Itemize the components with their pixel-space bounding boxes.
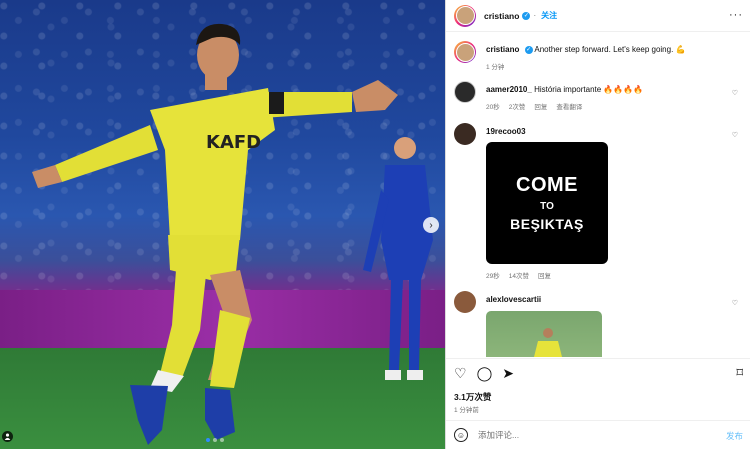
comment-image[interactable]: COME TO BEŞIKTAŞ <box>486 142 608 264</box>
avatar[interactable] <box>454 4 476 27</box>
caption-time: 1 分钟 <box>486 64 505 71</box>
post-header: cristiano ✓ · 关注 ··· <box>446 0 750 32</box>
post-side-panel: cristiano ✓ · 关注 ··· cristiano ✓ Another… <box>445 0 750 449</box>
avatar[interactable] <box>454 41 476 63</box>
translate-button[interactable]: 查看翻译 <box>556 101 582 111</box>
verified-icon: ✓ <box>522 11 531 20</box>
reply-button[interactable]: 回复 <box>538 270 551 280</box>
comment-likes[interactable]: 14次赞 <box>509 270 529 280</box>
tagged-users-button[interactable] <box>2 431 13 442</box>
header-username[interactable]: cristiano <box>484 11 519 21</box>
comment-row: 19recoo03 COME TO BEŞIKTAŞ 29秒 14次赞 回复 ♡ <box>454 123 744 283</box>
share-icon[interactable]: ➤ <box>502 365 514 382</box>
comment-row: alexlovescartii ♡ <box>454 291 744 358</box>
person-icon <box>4 433 11 440</box>
carousel-dots <box>206 438 224 442</box>
avatar[interactable] <box>454 81 476 103</box>
likes-count[interactable]: 3.1万次赞 <box>454 391 491 403</box>
bookmark-icon[interactable]: ⌑ <box>736 365 743 381</box>
post-media[interactable]: KAFD › <box>0 0 445 449</box>
comment-username[interactable]: alexlovescartii <box>486 295 541 304</box>
comment-username[interactable]: aamer2010_ <box>486 85 532 94</box>
comment-username[interactable]: 19recoo03 <box>486 127 526 136</box>
instagram-post-view: KAFD › cristiano ✓ · 关注 ··· cristiano ✓ … <box>0 0 750 449</box>
comment-input[interactable]: 添加评论... <box>478 429 519 441</box>
comment-row: aamer2010_ História importante 🔥🔥🔥🔥 20秒 … <box>454 81 744 117</box>
verified-icon: ✓ <box>524 45 533 54</box>
reply-button[interactable]: 回复 <box>534 101 547 111</box>
emoji-icon[interactable]: ☺ <box>454 428 468 442</box>
like-heart-icon[interactable]: ♡ <box>454 365 467 382</box>
post-actions: ♡ ◯ ➤ ⌑ 3.1万次赞 1 分钟前 <box>446 358 750 418</box>
add-comment-bar: ☺ 添加评论... 发布 <box>446 420 750 449</box>
carousel-dot <box>220 438 224 442</box>
post-time: 1 分钟前 <box>454 407 479 414</box>
comment-image[interactable] <box>486 311 602 357</box>
comment-time: 29秒 <box>486 273 500 280</box>
avatar[interactable] <box>454 291 476 313</box>
comment-likes[interactable]: 2次赞 <box>509 101 526 111</box>
follow-button[interactable]: 关注 <box>541 10 557 21</box>
caption-text: Another step forward. Let's keep going. … <box>534 45 686 54</box>
svg-text:KAFD: KAFD <box>206 132 261 153</box>
caption-username[interactable]: cristiano <box>486 45 519 54</box>
carousel-dot <box>206 438 210 442</box>
heart-icon[interactable]: ♡ <box>732 299 738 307</box>
image-text-line: TO <box>540 201 554 212</box>
caption-row: cristiano ✓ Another step forward. Let's … <box>454 41 744 77</box>
carousel-dot <box>213 438 217 442</box>
heart-icon[interactable]: ♡ <box>732 131 738 139</box>
image-text-line: BEŞIKTAŞ <box>510 216 584 232</box>
chevron-right-icon: › <box>429 219 433 231</box>
comments-list: cristiano ✓ Another step forward. Let's … <box>446 33 750 358</box>
post-button[interactable]: 发布 <box>726 430 743 442</box>
more-options-icon[interactable]: ··· <box>729 9 743 21</box>
avatar[interactable] <box>454 123 476 145</box>
player-celebrating: KAFD <box>32 23 398 445</box>
comment-time: 20秒 <box>486 104 500 111</box>
carousel-next-button[interactable]: › <box>423 217 439 233</box>
comment-text: História importante 🔥🔥🔥🔥 <box>534 85 644 94</box>
player-thumbnail <box>534 328 562 357</box>
comment-icon[interactable]: ◯ <box>477 365 493 382</box>
image-text-line: COME <box>516 174 578 196</box>
heart-icon[interactable]: ♡ <box>732 89 738 97</box>
